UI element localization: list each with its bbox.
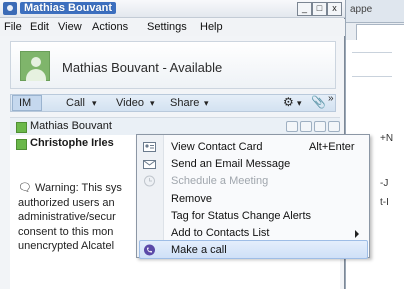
menu-item-make-a-call[interactable]: Make a call (137, 241, 369, 260)
menu-item-send-email[interactable]: Send an Email Message (137, 155, 369, 174)
background-window-text: t-I (380, 197, 389, 208)
menu-item-remove[interactable]: Remove (137, 190, 369, 209)
menu-item-schedule-meeting: Schedule a Meeting (137, 172, 369, 191)
submenu-arrow-icon (355, 230, 359, 238)
meeting-icon (144, 175, 155, 187)
menu-item-label: Send an Email Message (171, 158, 291, 171)
email-icon (143, 160, 156, 170)
menu-item-add-to-contacts[interactable]: Add to Contacts List (137, 224, 369, 243)
warning-notice: 🗨 Warning: This sys authorized users an … (18, 181, 136, 254)
background-window-tab[interactable] (356, 24, 404, 41)
background-window-titlebar: appe (346, 0, 404, 23)
menu-item-label: Schedule a Meeting (171, 175, 269, 188)
menu-actions[interactable]: Actions (92, 21, 128, 33)
window-title: Mathias Bouvant (20, 2, 117, 14)
menu-item-label: Remove (171, 192, 212, 205)
menu-file[interactable]: File (4, 21, 22, 33)
warning-line: authorized users an (18, 196, 115, 209)
menu-item-label: View Contact Card (171, 141, 263, 153)
background-window-title: appe (350, 4, 373, 15)
contact-context-menu: View Contact Card Alt+Enter Send an Emai… (136, 134, 370, 260)
contact-name: Christophe Irles (30, 137, 114, 149)
video-icon[interactable] (314, 121, 326, 132)
menu-item-tag-alerts[interactable]: Tag for Status Change Alerts (137, 207, 369, 226)
close-button[interactable]: x (327, 2, 342, 16)
menu-settings[interactable]: Settings (147, 21, 187, 33)
attachment-icon[interactable]: 📎 (311, 95, 326, 109)
warning-line: unencrypted Alcatel (18, 240, 115, 252)
display-name-status[interactable]: Mathias Bouvant - Available (62, 60, 222, 75)
list-item[interactable]: Mathias Bouvant (10, 118, 340, 135)
call-button[interactable]: Call (66, 97, 85, 109)
menu-item-label: Make a call (171, 244, 227, 257)
divider (352, 52, 392, 53)
chat-icon[interactable] (286, 121, 298, 132)
more-options-button[interactable]: » (328, 93, 334, 104)
divider (352, 76, 392, 77)
menu-view[interactable]: View (58, 21, 82, 33)
avatar-head (31, 57, 41, 67)
phone-icon (144, 244, 155, 256)
contact-card-icon (143, 142, 156, 152)
menu-bar: File Edit View Actions Settings Help (0, 19, 345, 36)
warning-text: Warning: This sys (35, 182, 122, 194)
avatar[interactable] (20, 51, 50, 81)
options-gear-icon[interactable]: ⚙ (283, 95, 294, 109)
phone-icon[interactable] (300, 121, 312, 132)
background-window-text: +N (380, 133, 394, 144)
app-icon (3, 2, 17, 15)
warning-line: administrative/secur (18, 211, 116, 223)
status-available-icon (16, 122, 27, 133)
menu-item-label: Tag for Status Change Alerts (171, 209, 312, 222)
chevron-down-icon[interactable]: ▾ (204, 98, 209, 109)
share-button[interactable]: Share (170, 97, 199, 109)
avatar-body (26, 69, 46, 81)
minimize-button[interactable]: _ (297, 2, 312, 16)
status-available-icon (16, 139, 27, 150)
menu-edit[interactable]: Edit (30, 21, 49, 33)
background-window-text: -J (380, 178, 389, 189)
warning-line: consent to this mon (18, 225, 114, 238)
contact-name: Mathias Bouvant (30, 120, 112, 132)
warning-icon: 🗨 (18, 182, 32, 194)
chevron-down-icon[interactable]: ▾ (92, 98, 97, 109)
chevron-down-icon[interactable]: ▾ (297, 98, 302, 109)
im-button-label: IM (19, 97, 32, 109)
shortcut-text: Alt+Enter (309, 141, 355, 153)
warning-line: 🗨 Warning: This sys (18, 181, 136, 196)
video-button[interactable]: Video (116, 97, 144, 109)
chevron-down-icon[interactable]: ▾ (150, 98, 155, 109)
maximize-button[interactable]: □ (312, 2, 327, 16)
menu-item-label: Add to Contacts List (171, 227, 270, 239)
title-bar[interactable]: Mathias Bouvant _ □ x (0, 0, 345, 18)
share-icon[interactable] (328, 121, 340, 132)
menu-help[interactable]: Help (200, 21, 223, 33)
menu-item-view-contact-card[interactable]: View Contact Card Alt+Enter (137, 138, 369, 157)
